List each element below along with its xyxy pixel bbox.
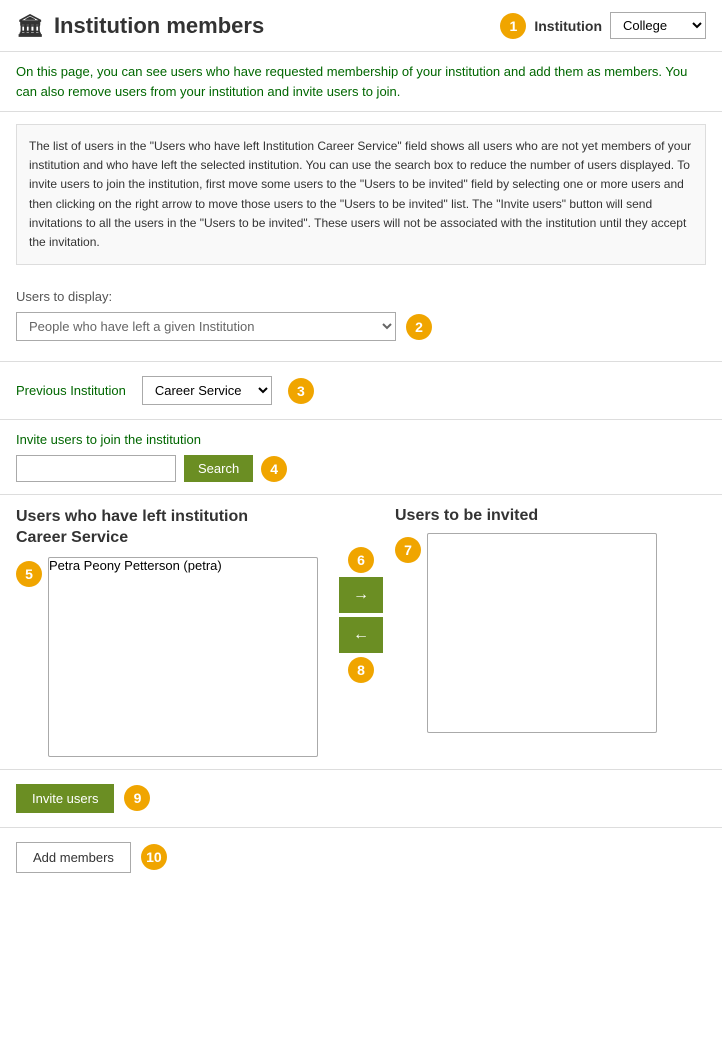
institution-label: Institution	[534, 18, 602, 34]
badge-3: 3	[288, 378, 314, 404]
description-box: The list of users in the "Users who have…	[16, 124, 706, 265]
users-display-label: Users to display:	[16, 289, 112, 304]
description-text: The list of users in the "Users who have…	[29, 139, 691, 249]
badge-9: 9	[124, 785, 150, 811]
add-members-row: Add members 10	[0, 828, 722, 887]
invite-users-button[interactable]: Invite users	[16, 784, 114, 813]
badge-7: 7	[395, 537, 421, 563]
badge-4: 4	[261, 456, 287, 482]
right-users-listbox[interactable]	[427, 533, 657, 733]
badge-6: 6	[348, 547, 374, 573]
previous-institution-label: Previous Institution	[16, 383, 126, 398]
right-list-title: Users to be invited	[395, 507, 706, 525]
info-text: On this page, you can see users who have…	[16, 64, 687, 99]
lists-container: Users who have left institution Career S…	[16, 507, 706, 757]
move-left-button[interactable]: ←	[339, 617, 383, 653]
users-display-section: Users to display: People who have left a…	[0, 277, 722, 362]
badge-1: 1	[500, 13, 526, 39]
search-button[interactable]: Search	[184, 455, 253, 482]
left-list-section: Users who have left institution Career S…	[16, 507, 327, 757]
left-list-title-line1: Users who have left institution	[16, 508, 248, 525]
list-item[interactable]: Petra Peony Petterson (petra)	[49, 558, 317, 574]
add-members-button[interactable]: Add members	[16, 842, 131, 873]
badge-10: 10	[141, 844, 167, 870]
left-users-listbox[interactable]: Petra Peony Petterson (petra)	[48, 557, 318, 757]
badge-5: 5	[16, 561, 42, 587]
previous-institution-select[interactable]: Career Service Other Institution	[142, 376, 272, 405]
left-list-title: Users who have left institution Career S…	[16, 507, 327, 549]
invite-users-section: Invite users to join the institution Sea…	[0, 420, 722, 495]
invite-title: Invite users to join the institution	[16, 432, 706, 447]
right-list-title-text: Users to be invited	[395, 507, 538, 524]
invite-button-row: Invite users 9	[0, 770, 722, 828]
info-section: On this page, you can see users who have…	[0, 52, 722, 112]
move-right-button[interactable]: →	[339, 577, 383, 613]
search-input[interactable]	[16, 455, 176, 482]
institution-select[interactable]: College University School	[610, 12, 706, 39]
page-title: 🏛 Institution members	[16, 13, 264, 39]
search-row: Search 4	[16, 455, 706, 482]
left-list-title-line2: Career Service	[16, 529, 128, 546]
previous-institution-section: Previous Institution Career Service Othe…	[0, 362, 722, 420]
institution-icon: 🏛	[16, 13, 44, 39]
users-display-row: Users to display:	[16, 289, 706, 304]
users-display-select-row: People who have left a given Institution…	[16, 312, 706, 341]
page-title-text: Institution members	[54, 13, 264, 39]
lists-area: Users who have left institution Career S…	[0, 495, 722, 770]
badge-2: 2	[406, 314, 432, 340]
badge-8: 8	[348, 657, 374, 683]
page-header: 🏛 Institution members 1 Institution Coll…	[0, 0, 722, 52]
right-list-section: Users to be invited 7	[395, 507, 706, 733]
header-right: 1 Institution College University School	[500, 12, 706, 39]
users-display-select[interactable]: People who have left a given Institution…	[16, 312, 396, 341]
arrow-buttons-area: 6 → ← 8	[327, 547, 395, 683]
